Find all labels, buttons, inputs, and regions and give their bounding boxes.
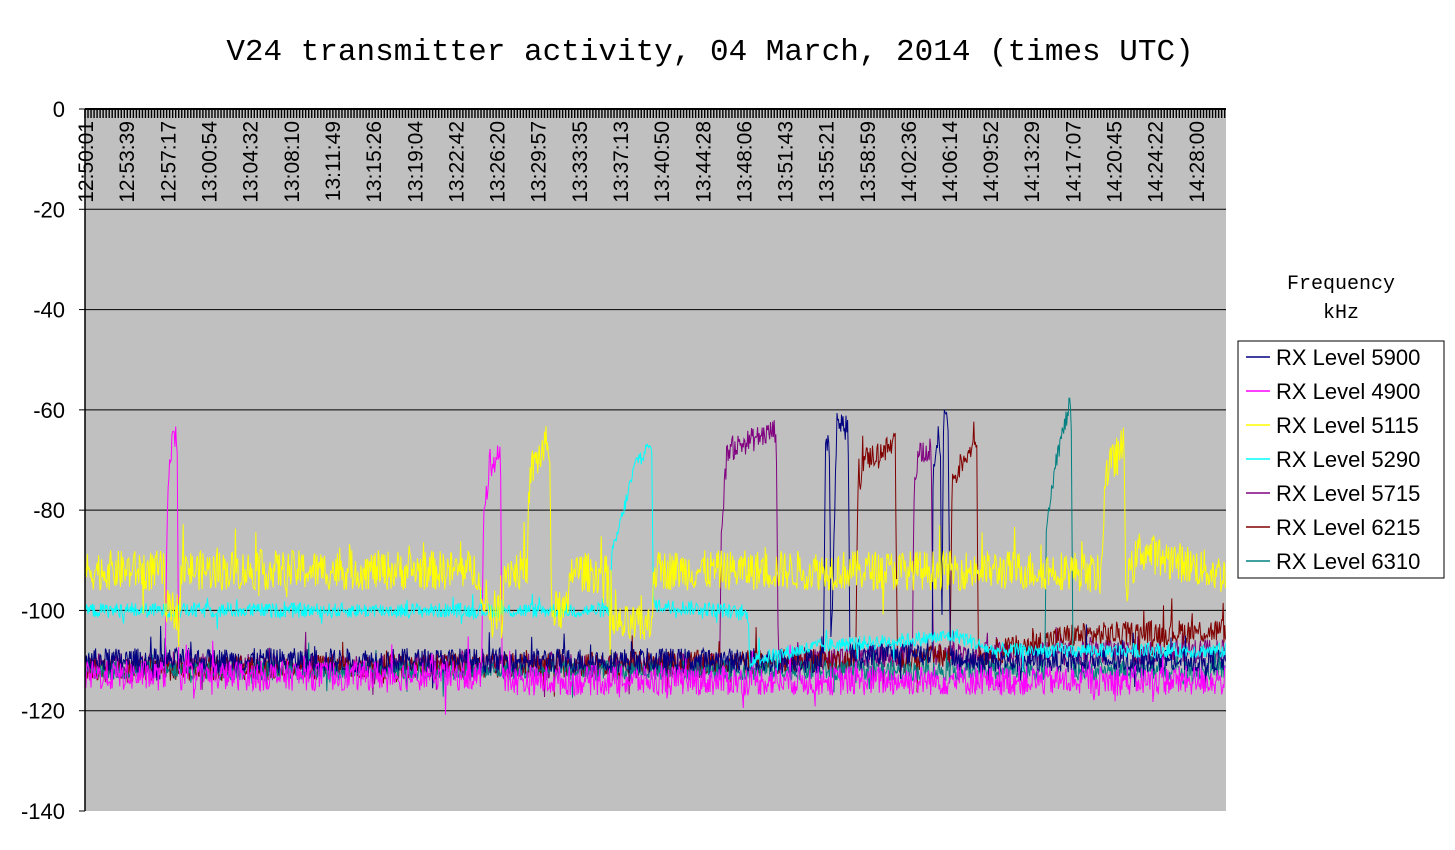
x-tick-label-14: 13:40:50	[651, 121, 674, 203]
x-tick-label-15: 13:44:28	[692, 121, 715, 203]
y-tick-label-1: -20	[33, 197, 65, 222]
x-tick-label-11: 13:29:57	[528, 121, 551, 203]
plot-area	[85, 109, 1226, 811]
x-tick-label-16: 13:48:06	[733, 121, 756, 203]
x-tick-label-0: 12:50:01	[75, 121, 98, 203]
x-tick-label-18: 13:55:21	[816, 121, 839, 203]
y-tick-label-0: 0	[53, 97, 65, 122]
legend-label-4: RX Level 5715	[1276, 481, 1420, 506]
x-tick-label-13: 13:37:13	[610, 121, 633, 203]
x-tick-label-17: 13:51:43	[774, 121, 797, 203]
x-tick-label-27: 14:28:00	[1186, 121, 1209, 203]
x-tick-label-1: 12:53:39	[116, 121, 139, 203]
x-tick-label-24: 14:17:07	[1062, 121, 1085, 203]
legend-title-line-2: kHz	[1323, 302, 1359, 325]
x-tick-label-25: 14:20:45	[1104, 121, 1127, 203]
legend-title-line-1: Frequency	[1287, 273, 1395, 296]
x-tick-label-26: 14:24:22	[1145, 121, 1168, 203]
legend-label-6: RX Level 6310	[1276, 549, 1420, 574]
x-tick-label-19: 13:58:59	[857, 121, 880, 203]
y-tick-label-6: -120	[21, 699, 65, 724]
y-tick-label-3: -60	[33, 398, 65, 423]
y-tick-label-7: -140	[21, 799, 65, 824]
x-tick-label-9: 13:22:42	[446, 121, 469, 203]
x-tick-label-23: 14:13:29	[1021, 121, 1044, 203]
x-tick-label-20: 14:02:36	[898, 121, 921, 203]
legend-label-5: RX Level 6215	[1276, 515, 1420, 540]
chart-title: V24 transmitter activity, 04 March, 2014…	[226, 35, 1193, 70]
y-axis-ticks: 0 -20 -40 -60 -80 -100 -120 -140	[21, 97, 85, 824]
x-tick-label-22: 14:09:52	[980, 121, 1003, 203]
legend-label-3: RX Level 5290	[1276, 447, 1420, 472]
x-tick-label-6: 13:11:49	[322, 121, 345, 201]
x-tick-label-2: 12:57:17	[157, 121, 180, 203]
x-tick-label-3: 13:00:54	[198, 121, 221, 203]
x-tick-label-10: 13:26:20	[487, 121, 510, 203]
x-tick-label-12: 13:33:35	[569, 121, 592, 203]
y-tick-label-5: -100	[21, 598, 65, 623]
x-tick-label-4: 13:04:32	[240, 121, 263, 203]
x-tick-label-8: 13:19:04	[404, 121, 427, 203]
x-tick-label-21: 14:06:14	[939, 121, 962, 203]
y-tick-label-4: -80	[33, 498, 65, 523]
legend-label-2: RX Level 5115	[1276, 413, 1419, 438]
legend-label-0: RX Level 5900	[1276, 345, 1420, 370]
y-tick-label-2: -40	[33, 298, 65, 323]
legend-label-1: RX Level 4900	[1276, 379, 1420, 404]
x-tick-label-7: 13:15:26	[363, 121, 386, 203]
x-tick-label-5: 13:08:10	[281, 121, 304, 203]
chart: V24 transmitter activity, 04 March, 2014…	[21, 35, 1445, 824]
legend: RX Level 5900 RX Level 4900 RX Level 5115 R…	[1237, 340, 1445, 579]
